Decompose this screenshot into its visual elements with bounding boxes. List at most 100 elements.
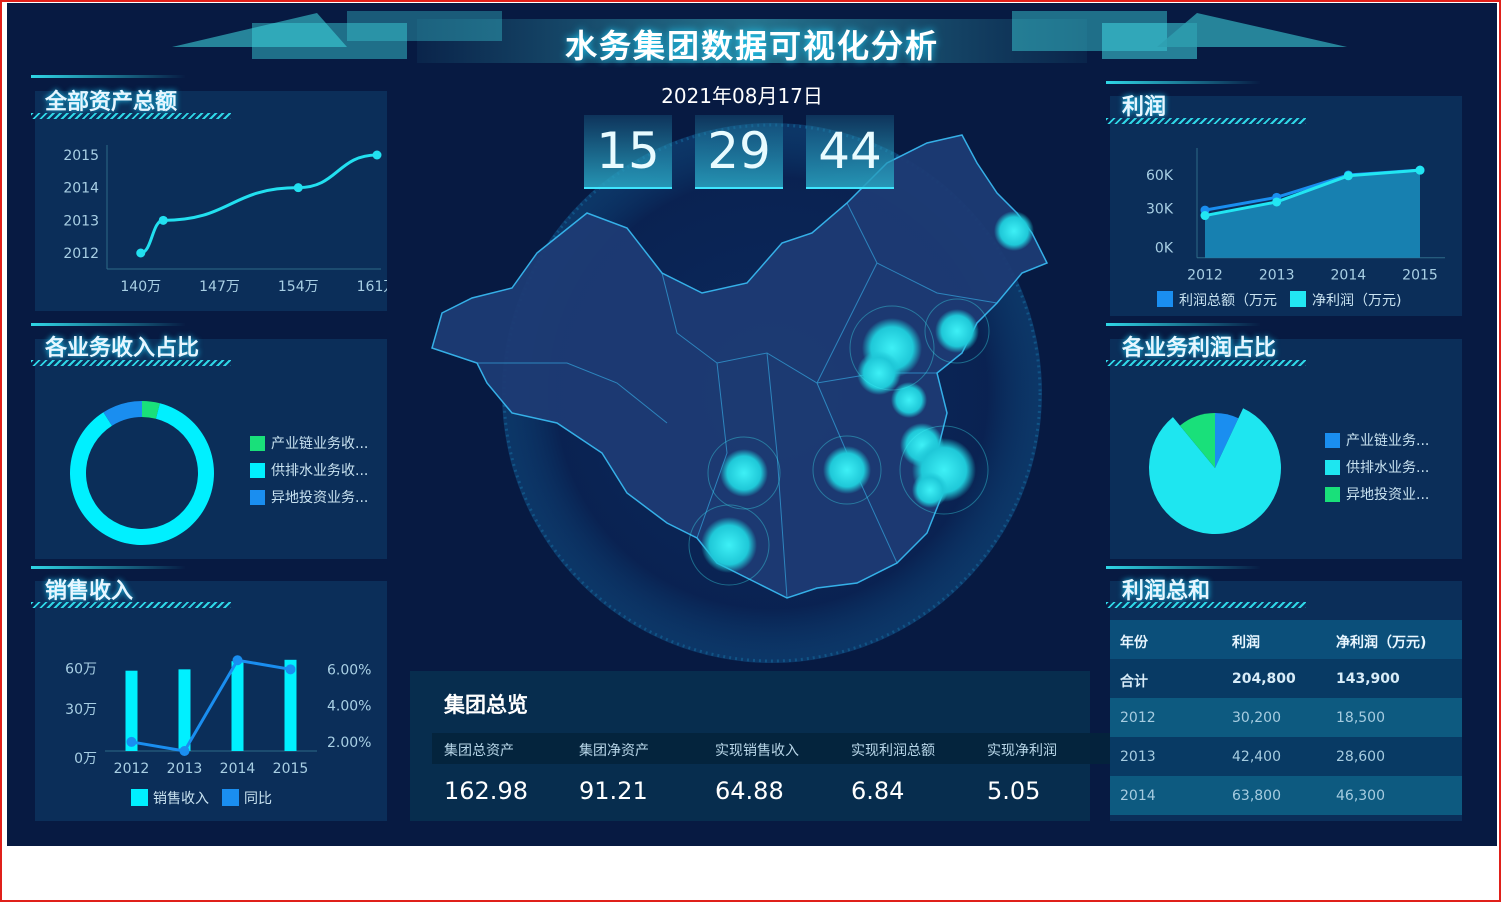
clock-hours: 15 xyxy=(584,115,672,189)
profit-x-tick-label: 2012 xyxy=(1187,268,1223,284)
profit-y-tick-label: 0K xyxy=(1155,241,1174,257)
income-legend-label: 产业链业务收... xyxy=(271,436,369,452)
assets-y-tick-label: 2015 xyxy=(63,148,99,164)
sales-yoy-point xyxy=(232,655,243,666)
clock-seconds: 44 xyxy=(806,115,894,189)
overview-value-sales: 64.88 xyxy=(715,777,784,805)
income-share-panel-title: 各业务收入占比 xyxy=(45,336,200,361)
overview-header-net-profit: 实现净利润 xyxy=(987,743,1057,759)
profit-chart: 0K 30K 60K 2012 2013 2014 2015 利润总额（万元 净利润（万元) xyxy=(1146,148,1445,309)
profit-x-tick-label: 2013 xyxy=(1259,268,1295,284)
sales-y-tick-label: 60万 xyxy=(65,661,97,677)
overview-title: 集团总览 xyxy=(444,693,528,717)
income-legend-item[interactable]: 异地投资业务... xyxy=(250,487,368,507)
assets-chart: 2012 2013 2014 2015 140万 147万 154万 161万 xyxy=(63,145,387,295)
table-header-row: 年份 利润 净利润（万元) xyxy=(1110,620,1462,659)
legend-swatch xyxy=(250,462,265,478)
china-map-visual xyxy=(431,123,1049,663)
table-cell: 18,500 xyxy=(1336,710,1385,726)
overview-header-total-assets: 集团总资产 xyxy=(444,743,514,759)
assets-y-tick-label: 2013 xyxy=(63,213,99,229)
sales-x-tick-label: 2014 xyxy=(220,761,256,777)
sales-x-tick-label: 2015 xyxy=(273,761,309,777)
assets-x-tick-label: 140万 xyxy=(120,279,161,295)
table-cell: 30,200 xyxy=(1232,710,1281,726)
table-cell: 2014 xyxy=(1120,788,1156,804)
profit-legend-item[interactable]: 产业链业务... xyxy=(1325,430,1429,450)
sales-y2-tick-label: 6.00% xyxy=(327,662,371,678)
dashboard-screen: 水务集团数据可视化分析 全部资产总额 2012 2013 2014 2015 140万 1… xyxy=(7,3,1497,846)
sales-panel-title: 销售收入 xyxy=(45,579,134,604)
sales-x-tick-label: 2013 xyxy=(167,761,203,777)
profit-y-tick-label: 30K xyxy=(1146,201,1174,217)
sales-y2-tick-label: 4.00% xyxy=(327,699,371,715)
table-cell: 46,300 xyxy=(1336,788,1385,804)
assets-point xyxy=(293,183,303,193)
sales-bar xyxy=(178,669,191,751)
table-cell: 143,900 xyxy=(1336,671,1400,687)
sales-legend-swatch xyxy=(131,789,148,806)
legend-swatch xyxy=(1325,486,1340,502)
assets-x-tick-label: 147万 xyxy=(199,279,240,295)
assets-y-tick-label: 2012 xyxy=(63,246,99,262)
sales-bar xyxy=(231,661,244,751)
legend-swatch xyxy=(250,489,265,505)
profit-total-panel-title: 利润总和 xyxy=(1122,579,1211,604)
sales-x-tick-label: 2012 xyxy=(114,761,150,777)
profit-legend-swatch xyxy=(1290,291,1306,307)
table-cell: 28,600 xyxy=(1336,749,1385,765)
legend-swatch xyxy=(1325,459,1340,475)
overview-value-total-profit: 6.84 xyxy=(851,777,905,805)
income-legend-item[interactable]: 产业链业务收... xyxy=(250,433,368,453)
assets-y-tick-label: 2014 xyxy=(63,181,99,197)
profit-area xyxy=(1205,170,1420,258)
table-header-cell: 净利润（万元) xyxy=(1336,635,1427,651)
table-row: 合计 204,800 143,900 xyxy=(1110,659,1462,698)
profit-total-table: 年份 利润 净利润（万元) 合计 204,800 143,900 2012 30… xyxy=(1110,620,1462,815)
overview-header-sales: 实现销售收入 xyxy=(715,743,799,759)
profit-net-point xyxy=(1343,171,1353,181)
assets-point xyxy=(372,150,382,160)
sales-legend-label: 同比 xyxy=(244,791,272,807)
table-cell: 63,800 xyxy=(1232,788,1281,804)
table-cell: 42,400 xyxy=(1232,749,1281,765)
profit-legend-label: 净利润（万元) xyxy=(1312,293,1401,309)
sales-yoy-point xyxy=(285,664,296,675)
sales-y-tick-label: 30万 xyxy=(65,702,97,718)
assets-panel-title: 全部资产总额 xyxy=(45,90,178,115)
page-title: 水务集团数据可视化分析 xyxy=(564,27,939,65)
overview-value-net-profit: 5.05 xyxy=(987,777,1041,805)
sales-legend-swatch xyxy=(222,789,239,806)
profit-share-panel-title: 各业务利润占比 xyxy=(1122,336,1277,361)
profit-y-tick-label: 60K xyxy=(1146,168,1174,184)
profit-net-point xyxy=(1415,165,1425,175)
profit-legend-label: 产业链业务... xyxy=(1346,433,1430,449)
income-legend-label: 异地投资业务... xyxy=(271,490,369,506)
profit-x-tick-label: 2014 xyxy=(1331,268,1367,284)
table-row: 2013 42,400 28,600 xyxy=(1110,737,1462,776)
legend-swatch xyxy=(1325,432,1340,448)
clock-minutes: 29 xyxy=(695,115,783,189)
sales-yoy-point xyxy=(126,736,137,747)
current-date: 2021年08月17日 xyxy=(661,84,823,108)
profit-legend-label: 供排水业务... xyxy=(1346,460,1430,476)
profit-legend-item[interactable]: 异地投资业... xyxy=(1325,484,1429,504)
overview-header-net-assets: 集团净资产 xyxy=(579,743,649,759)
profit-panel-title: 利润 xyxy=(1122,95,1167,120)
assets-x-tick-label: 154万 xyxy=(278,279,319,295)
profit-net-point xyxy=(1200,211,1210,221)
table-cell: 合计 xyxy=(1120,674,1148,690)
table-row: 2012 30,200 18,500 xyxy=(1110,698,1462,737)
overview-value-net-assets: 91.21 xyxy=(579,777,648,805)
income-legend-item[interactable]: 供排水业务收... xyxy=(250,460,368,480)
income-share-donut-chart xyxy=(69,401,214,545)
profit-legend-item[interactable]: 供排水业务... xyxy=(1325,457,1429,477)
overview-header-total-profit: 实现利润总额 xyxy=(851,743,935,759)
overview-value-total-assets: 162.98 xyxy=(444,777,528,805)
table-cell: 204,800 xyxy=(1232,671,1296,687)
income-legend-label: 供排水业务收... xyxy=(271,463,369,479)
assets-point xyxy=(158,215,168,225)
table-header-cell: 年份 xyxy=(1120,635,1148,651)
profit-x-tick-label: 2015 xyxy=(1402,268,1438,284)
table-row: 2014 63,800 46,300 xyxy=(1110,776,1462,815)
